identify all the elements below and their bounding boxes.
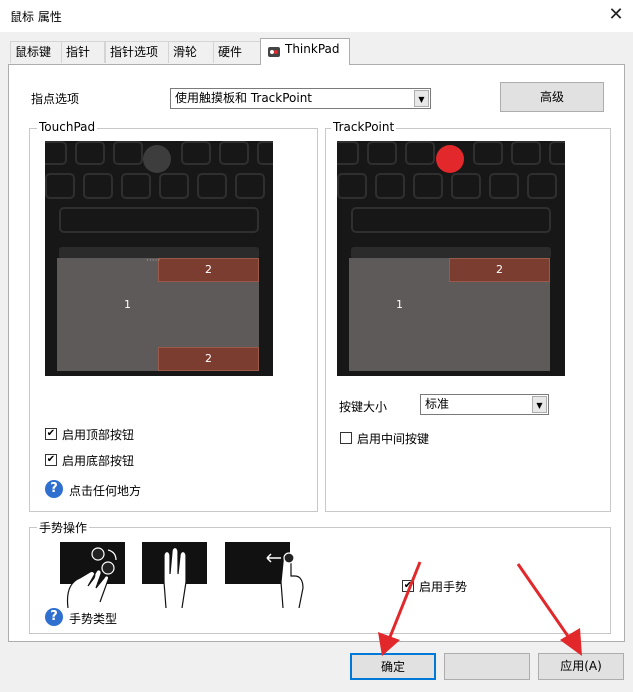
chevron-down-icon: ▼ xyxy=(414,90,429,107)
trackpoint-active xyxy=(436,145,464,173)
thinkpad-icon xyxy=(268,47,280,57)
window-title: 鼠标 属性 xyxy=(10,10,62,24)
middle-button-checkbox[interactable] xyxy=(340,432,352,444)
advanced-button[interactable]: 高级 xyxy=(500,82,604,112)
title-bar xyxy=(0,0,633,32)
annotation-arrow-apply xyxy=(516,563,582,656)
touchpad-zone-top: 2 xyxy=(158,258,259,282)
middle-button-label: 启用中间按键 xyxy=(357,432,430,446)
chevron-down-icon: ▼ xyxy=(532,396,547,413)
trackpoint-zone-top: 2 xyxy=(449,258,550,282)
pointing-select-value: 使用触摸板和 TrackPoint xyxy=(175,91,313,105)
bottom-buttons-checkbox[interactable]: ✔ xyxy=(45,454,57,466)
touchpad-dots: ····· xyxy=(146,256,161,266)
trackpoint-title: TrackPoint xyxy=(331,120,397,134)
button-size-select[interactable]: 标准 ▼ xyxy=(420,394,549,415)
gesture-swipe-image xyxy=(225,542,304,608)
close-button[interactable]: ✕ xyxy=(604,4,628,28)
tab-wheel[interactable]: 滑轮 xyxy=(168,41,214,63)
pointing-select[interactable]: 使用触摸板和 TrackPoint ▼ xyxy=(170,88,431,109)
top-buttons-label: 启用顶部按钮 xyxy=(62,428,135,442)
annotation-arrow-ok xyxy=(378,561,422,656)
tab-pointers[interactable]: 指针 xyxy=(61,41,105,63)
tab-buttons[interactable]: 鼠标键 xyxy=(10,41,62,63)
tab-thinkpad-label: ThinkPad xyxy=(285,42,340,56)
touchpad-zone-1: 1 xyxy=(124,298,131,311)
trackpoint-zone-1: 1 xyxy=(396,298,403,311)
gesture-help-icon[interactable]: ? xyxy=(45,608,63,626)
gesture-three-finger-image xyxy=(142,542,207,608)
touchpad-help-link[interactable]: 点击任何地方 xyxy=(69,482,141,499)
top-buttons-checkbox[interactable]: ✔ xyxy=(45,428,57,440)
touchpad-title: TouchPad xyxy=(37,120,98,134)
tab-pointer-options[interactable]: 指针选项 xyxy=(105,41,169,63)
button-size-label: 按键大小 xyxy=(339,400,388,414)
tab-thinkpad[interactable]: ThinkPad xyxy=(260,38,350,65)
trackpoint-inactive xyxy=(143,145,171,173)
touchpad-zone-bottom: 2 xyxy=(158,347,259,371)
gestures-title: 手势操作 xyxy=(37,519,90,536)
button-size-value: 标准 xyxy=(425,397,450,411)
help-icon[interactable]: ? xyxy=(45,480,63,498)
pointing-label: 指点选项 xyxy=(31,92,80,106)
bottom-buttons-label: 启用底部按钮 xyxy=(62,454,135,468)
gesture-rotate-image xyxy=(60,542,125,608)
tab-hardware[interactable]: 硬件 xyxy=(213,41,261,63)
gesture-types-link[interactable]: 手势类型 xyxy=(69,610,117,627)
